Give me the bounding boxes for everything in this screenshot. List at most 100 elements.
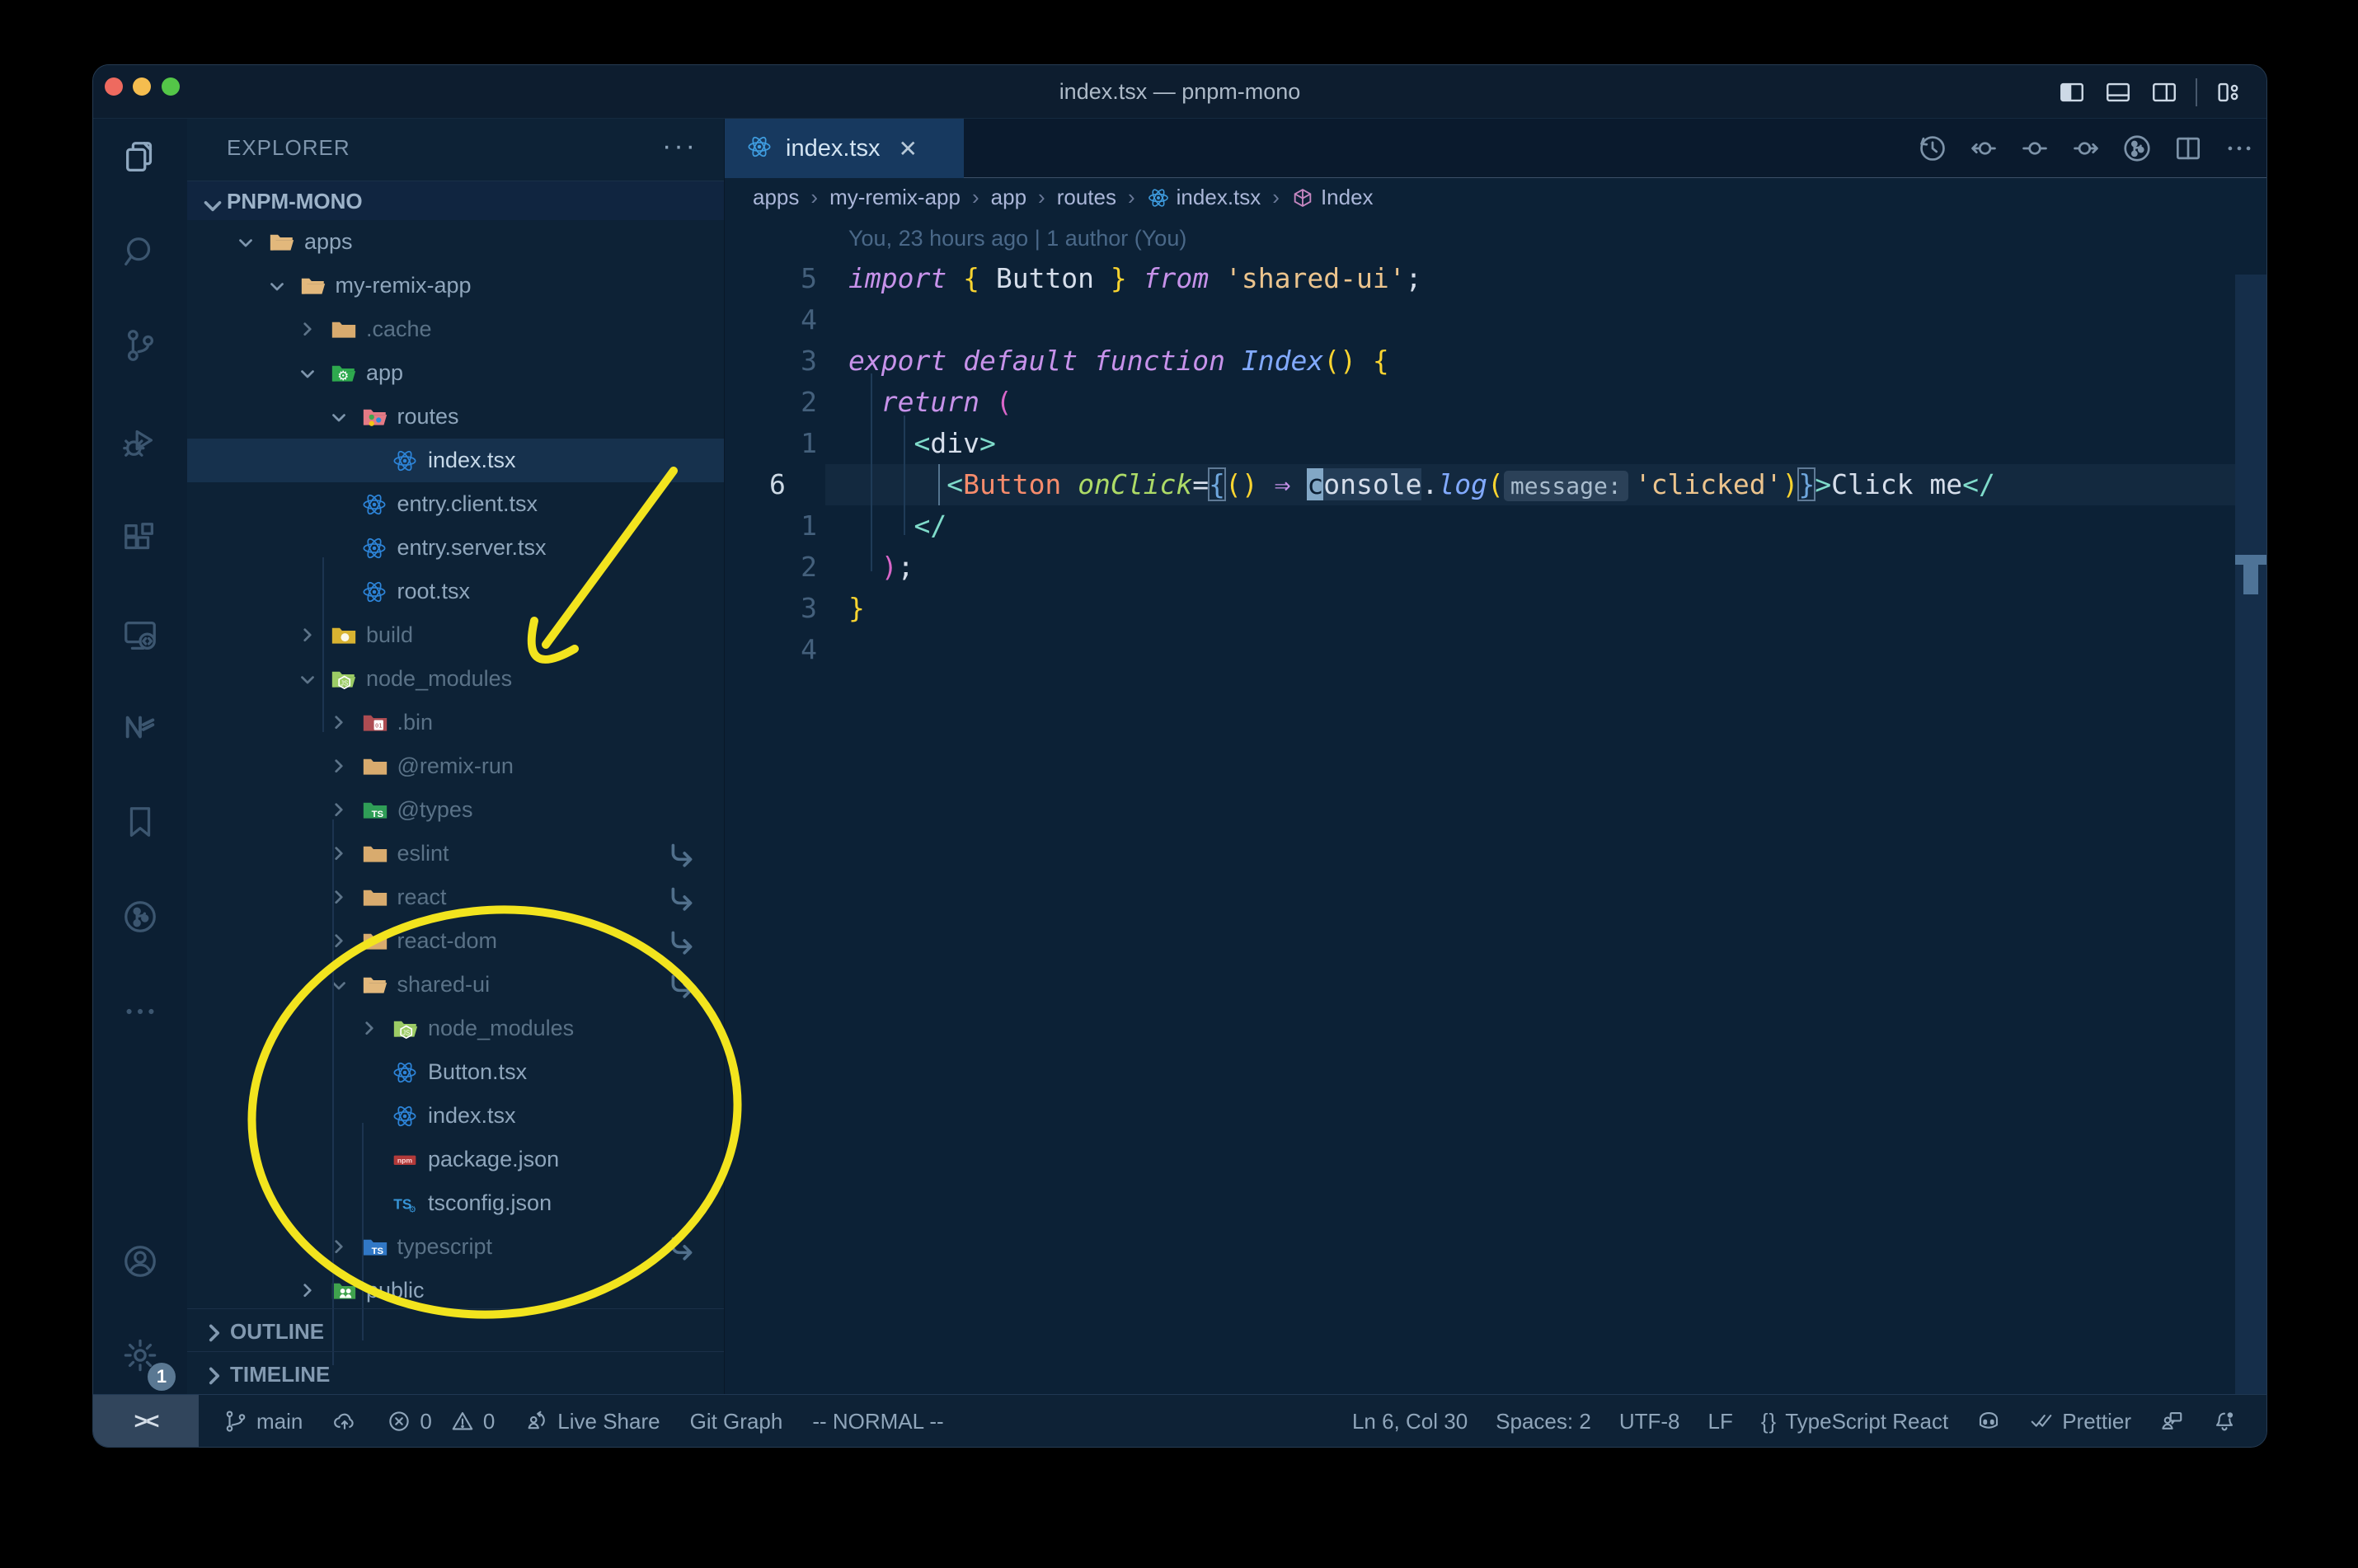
status-item-typescript-react[interactable]: {} TypeScript React	[1761, 1409, 1948, 1434]
breadcrumb-item[interactable]: my-remix-app	[829, 185, 961, 210]
activitybar-search-icon[interactable]	[93, 215, 187, 289]
activitybar-explorer-icon[interactable]	[93, 120, 187, 195]
chevron-right-icon	[297, 622, 318, 650]
previous-change-icon[interactable]	[1968, 133, 1999, 164]
chevron-right-icon	[328, 884, 350, 912]
status-item-ln-6-col-30[interactable]: Ln 6, Col 30	[1352, 1409, 1468, 1434]
react-icon	[746, 134, 774, 164]
vertical-scrollbar[interactable]	[2235, 275, 2266, 1394]
close-tab-icon[interactable]: ✕	[898, 135, 917, 162]
status-item-live-share[interactable]: Live Share	[524, 1409, 660, 1434]
tree-item-.cache[interactable]: .cache	[187, 307, 724, 351]
tree-item-tsconfig.json[interactable]: TS ⚙ tsconfig.json	[187, 1181, 724, 1225]
breadcrumb-item[interactable]: Index	[1291, 185, 1374, 210]
tree-item-entry.server.tsx[interactable]: entry.server.tsx	[187, 526, 724, 570]
tree-item-@remix-run[interactable]: @remix-run	[187, 744, 724, 788]
react-icon	[1147, 186, 1170, 209]
current-change-icon[interactable]	[2019, 133, 2050, 164]
tree-item-index.tsx[interactable]: index.tsx	[187, 439, 724, 482]
activitybar-git-graph-icon[interactable]	[93, 880, 187, 954]
breadcrumb-item[interactable]: index.tsx	[1147, 185, 1261, 210]
line-number: 4	[801, 633, 817, 665]
folder-icon	[361, 927, 389, 955]
status-item[interactable]	[2212, 1409, 2237, 1434]
more-actions-icon[interactable]	[2224, 133, 2255, 164]
tab-bar: index.tsx ✕	[725, 119, 2266, 178]
tree-item-package.json[interactable]: npm package.json	[187, 1138, 724, 1181]
panel-outline[interactable]: OUTLINE	[187, 1308, 724, 1351]
layout-customize-icon[interactable]	[2214, 77, 2243, 107]
line-number: 5	[801, 262, 817, 294]
activitybar-extensions-icon[interactable]	[93, 500, 187, 575]
tree-item-root.tsx[interactable]: root.tsx	[187, 570, 724, 613]
svg-text:01: 01	[374, 721, 382, 729]
activitybar-run-debug-icon[interactable]	[93, 404, 187, 478]
status-item-0[interactable]: 00	[387, 1409, 495, 1434]
tree-item-.bin[interactable]: 01 .bin	[187, 701, 724, 744]
chevron-right-icon	[328, 709, 350, 737]
tree-item-react-dom[interactable]: react-dom	[187, 919, 724, 963]
status-item-prettier[interactable]: Prettier	[2029, 1409, 2131, 1434]
tree-item-Button.tsx[interactable]: Button.tsx	[187, 1050, 724, 1094]
activitybar-remote-explorer-icon[interactable]	[93, 599, 187, 673]
split-editor-icon[interactable]	[2172, 133, 2204, 164]
status-item-utf-8[interactable]: UTF-8	[1619, 1409, 1680, 1434]
tree-item-entry.client.tsx[interactable]: entry.client.tsx	[187, 482, 724, 526]
tree-item-@types[interactable]: TS @types	[187, 788, 724, 832]
breadcrumb-item[interactable]: app	[991, 185, 1026, 210]
status-item-git-graph[interactable]: Git Graph	[690, 1409, 783, 1434]
status-left: main 0 0 Live Share Git Graph -- NORMAL --	[223, 1395, 944, 1447]
panel-timeline[interactable]: TIMELINE	[187, 1351, 724, 1394]
tree-item-app[interactable]: ⚙ app	[187, 351, 724, 395]
breadcrumb-item[interactable]: routes	[1057, 185, 1116, 210]
code-editor[interactable]: You, 23 hours ago | 1 author (You) 5 imp…	[725, 217, 2266, 1394]
activitybar-accounts-icon[interactable]	[93, 1224, 187, 1298]
line-number: 1	[801, 427, 817, 459]
git-graph-icon[interactable]	[2121, 133, 2153, 164]
layout-sidebar-right-icon[interactable]	[2149, 77, 2179, 107]
breadcrumb-item[interactable]: apps	[753, 185, 799, 210]
tree-item-routes[interactable]: routes	[187, 395, 724, 439]
status-item-lf[interactable]: LF	[1707, 1409, 1732, 1434]
react-icon	[361, 578, 389, 606]
activitybar-more-views-icon[interactable]	[93, 974, 187, 1049]
tree-item-node-modules[interactable]: JS node_modules	[187, 1007, 724, 1050]
status-item--normal-[interactable]: -- NORMAL --	[812, 1409, 943, 1434]
code-line: 4	[725, 299, 2266, 340]
editor-group: index.tsx ✕ apps › my-remix-app › app › rou…	[725, 119, 2266, 1394]
tree-item-node-modules[interactable]: JS node_modules	[187, 657, 724, 701]
remote-indicator[interactable]: ><	[93, 1395, 199, 1447]
status-item-main[interactable]: main	[223, 1409, 303, 1434]
tree-item-my-remix-app[interactable]: my-remix-app	[187, 264, 724, 307]
tree-item-public[interactable]: public	[187, 1269, 724, 1312]
tree-item-apps[interactable]: apps	[187, 220, 724, 264]
status-item[interactable]	[2159, 1409, 2184, 1434]
tree-item-index.tsx[interactable]: index.tsx	[187, 1094, 724, 1138]
status-item-spaces-2[interactable]: Spaces: 2	[1496, 1409, 1591, 1434]
line-number: 2	[801, 386, 817, 418]
status-item[interactable]	[1976, 1409, 2001, 1434]
tree-item-react[interactable]: react	[187, 876, 724, 919]
react-icon	[392, 1059, 420, 1087]
workspace-section-header[interactable]: PNPM-MONO	[187, 181, 724, 220]
tree-item-build[interactable]: build	[187, 613, 724, 657]
activitybar-settings-icon[interactable]: 1	[93, 1318, 187, 1392]
activitybar-nx-console-icon[interactable]	[93, 690, 187, 764]
folder-public-icon	[330, 1277, 358, 1305]
tree-item-shared-ui[interactable]: shared-ui	[187, 963, 724, 1007]
timeline-history-icon[interactable]	[1917, 133, 1948, 164]
line-number: 3	[801, 345, 817, 377]
symlink-icon	[668, 971, 696, 1003]
explorer-more-actions-icon[interactable]: ···	[662, 130, 698, 162]
activitybar-source-control-icon[interactable]	[93, 308, 187, 383]
status-item[interactable]	[332, 1409, 357, 1434]
folder-bin-icon: 01	[361, 709, 389, 737]
tree-item-eslint[interactable]: eslint	[187, 832, 724, 876]
tree-item-typescript[interactable]: TS typescript	[187, 1225, 724, 1269]
tab-index-tsx[interactable]: index.tsx ✕	[725, 119, 964, 178]
next-change-icon[interactable]	[2070, 133, 2102, 164]
code-line: 1 <div>	[725, 423, 2266, 464]
layout-sidebar-left-icon[interactable]	[2057, 77, 2087, 107]
activitybar-bookmarks-icon[interactable]	[93, 785, 187, 859]
layout-panel-icon[interactable]	[2103, 77, 2133, 107]
